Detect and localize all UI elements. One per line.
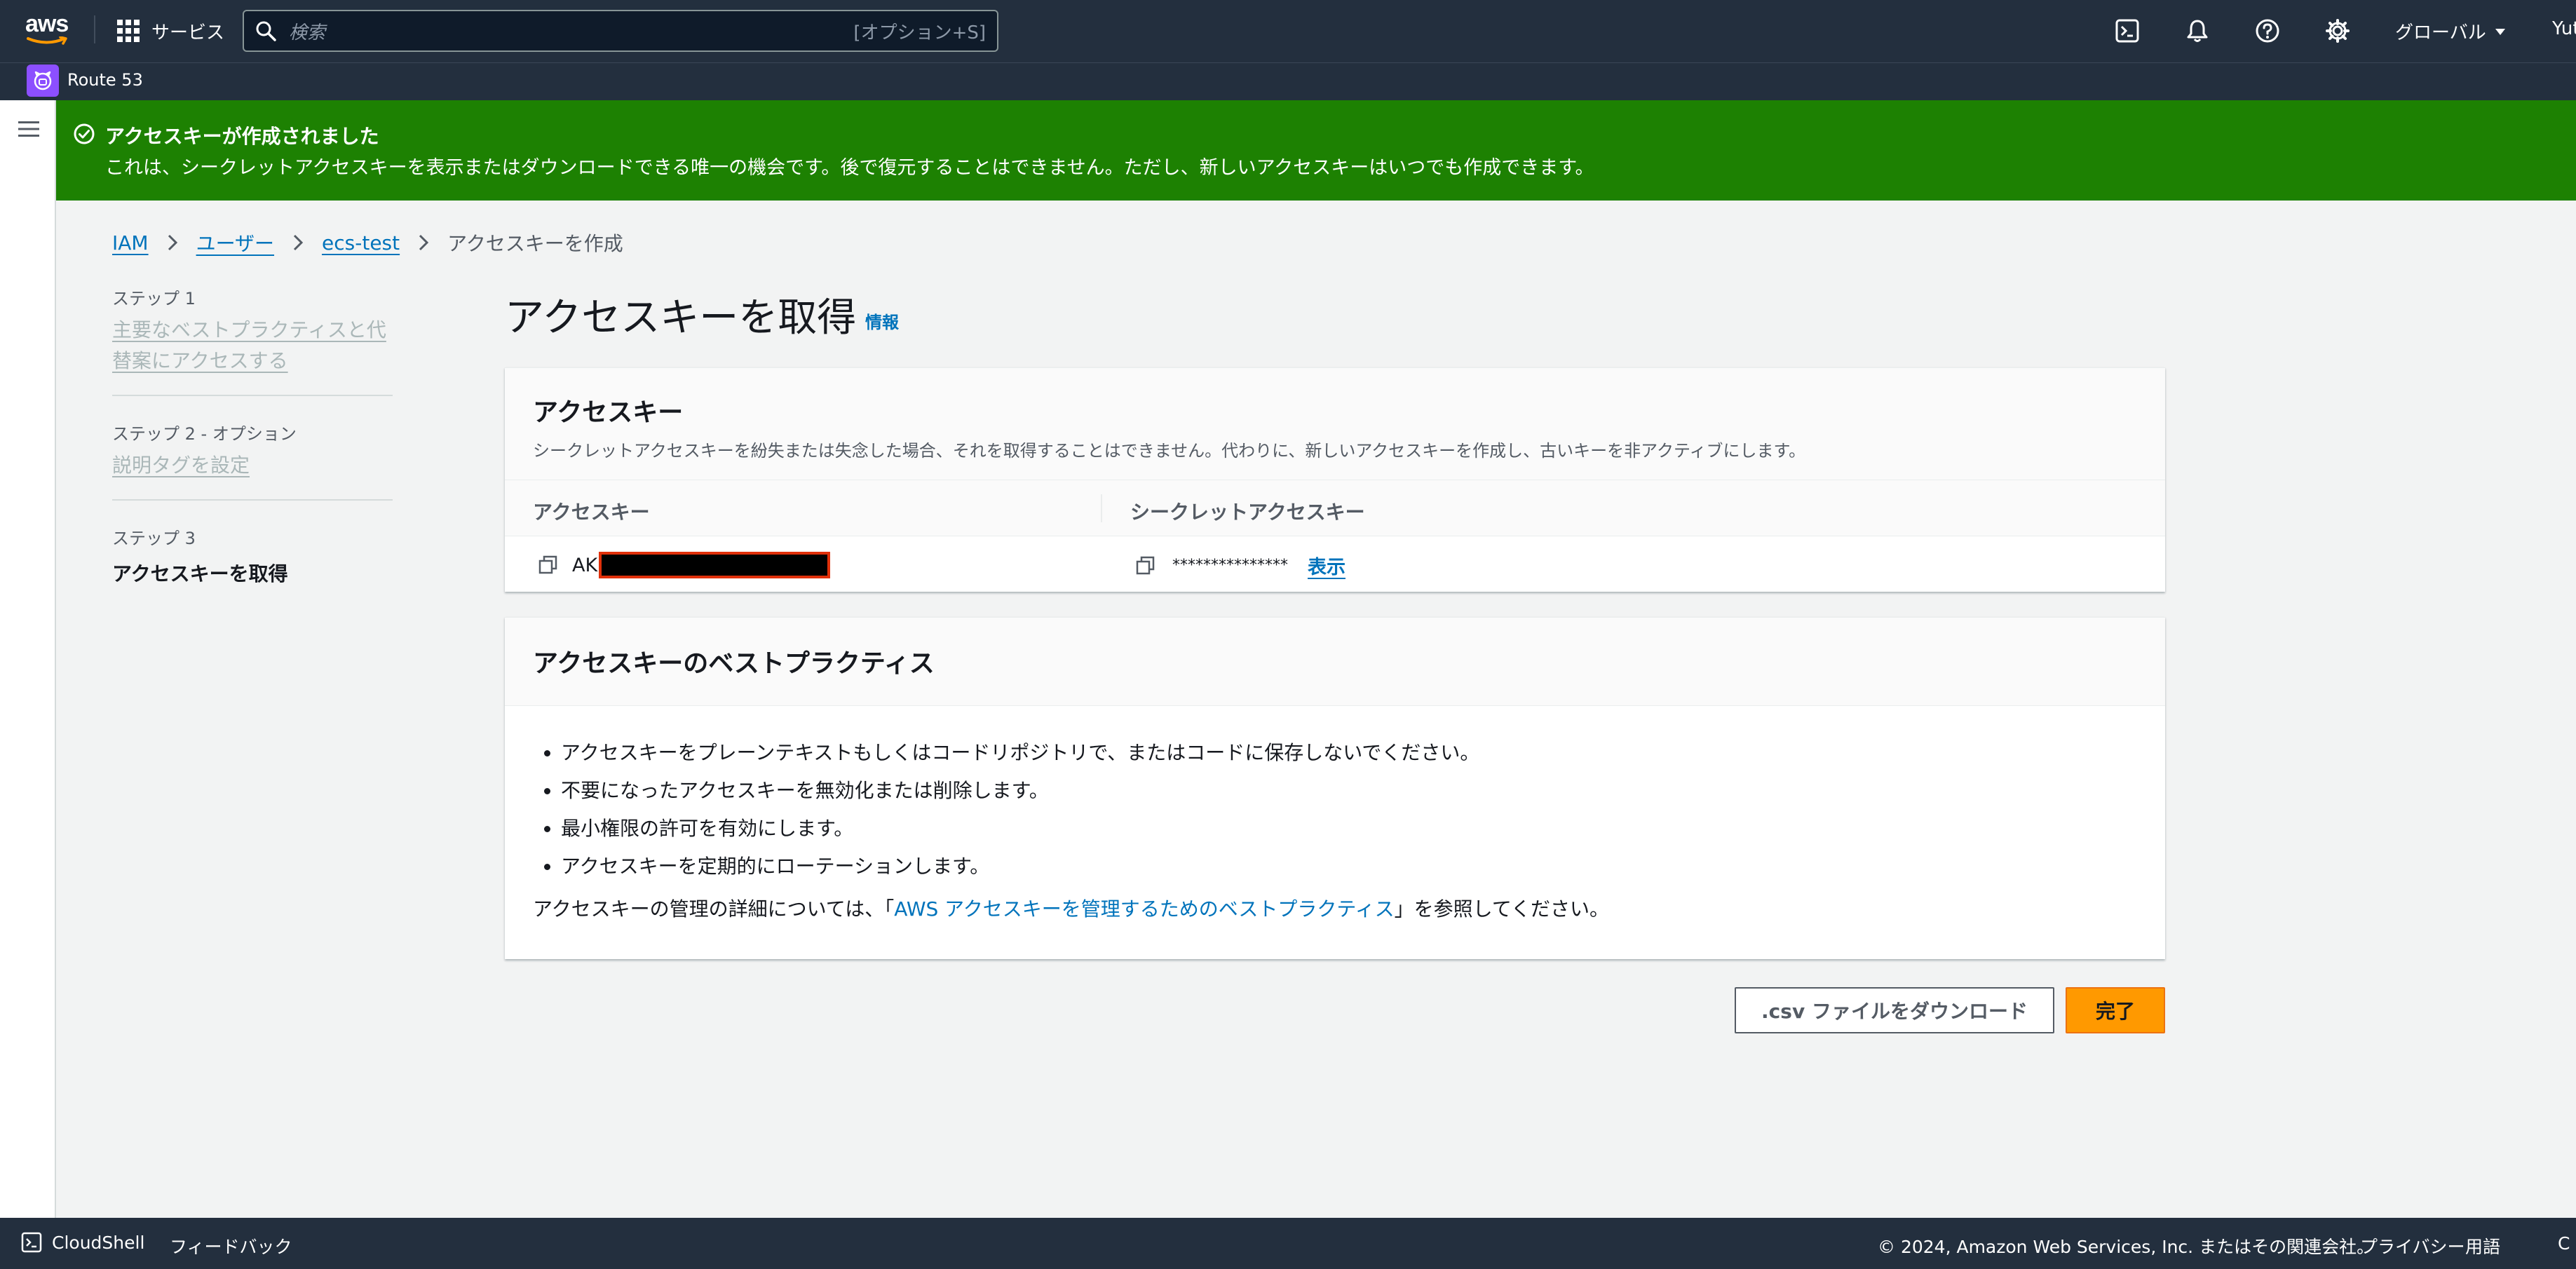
wizard-steps: ステップ 1 主要なベストプラクティスと代替案にアクセスする ステップ 2 - … [112,285,393,587]
breadcrumb-user-ecs-test[interactable]: ecs-test [322,231,400,255]
footer-suffix-text: 」を参照してください。 [1394,897,1609,921]
column-divider [1101,494,1102,522]
search-icon [256,21,276,41]
breadcrumb-chevron-icon [167,233,178,252]
step-label-link[interactable]: 主要なベストプラクティスと代替案にアクセスする [112,315,393,376]
breadcrumb: IAM ユーザー ecs-test アクセスキーを作成 [112,229,623,257]
search-placeholder: 検索 [289,22,326,43]
step-meta: ステップ 2 - オプション [112,424,297,444]
caret-down-icon [2495,28,2505,35]
flash-title: アクセスキーが作成されました [105,125,379,148]
best-practices-panel: アクセスキーのベストプラクティス アクセスキーをプレーンテキストもしくはコードリ… [505,617,2165,959]
download-csv-button[interactable]: .csv ファイルをダウンロード [1735,987,2054,1033]
success-check-icon [74,123,95,144]
column-header-access-key: アクセスキー [533,501,650,524]
copy-icon[interactable] [538,555,558,575]
wizard-step-3: ステップ 3 アクセスキーを取得 [112,524,393,587]
access-key-table-header: アクセスキー シークレットアクセスキー [505,480,2165,536]
region-label: グローバル [2395,22,2486,43]
access-key-prefix: AK [572,554,598,576]
footer-prefix-text: アクセスキーの管理の詳細については、「 [533,897,895,921]
redacted-access-key [599,552,831,578]
info-link[interactable]: 情報 [865,308,899,333]
user-label: Yut [2552,18,2576,39]
access-key-value: AK [538,552,831,578]
list-item: アクセスキーをプレーンテキストもしくはコードリポジトリで、またはコードに保存しな… [561,734,1479,772]
secret-key-masked: *************** [1172,557,1288,574]
privacy-link[interactable]: プライバシー [2360,1233,2465,1258]
gear-icon [2326,19,2350,43]
top-navigation: aws サービス 検索 [オプション+S] グローバル Yu [0,0,2576,62]
copyright-text: © 2024, Amazon Web Services, Inc. またはその関… [1878,1237,2375,1257]
feedback-link[interactable]: フィードバック [170,1233,292,1258]
services-label: サービス [151,22,225,43]
list-item: 不要になったアクセスキーを無効化または削除します。 [561,772,1479,810]
terminal-icon [2115,19,2139,43]
aws-logo-text: aws [25,11,69,37]
terms-link[interactable]: 用語 [2465,1233,2500,1258]
done-button[interactable]: 完了 [2066,987,2165,1033]
aws-logo[interactable]: aws [25,11,70,46]
notifications-button[interactable] [2182,15,2213,46]
access-key-panel-title: アクセスキー [533,398,684,427]
best-practices-footer: アクセスキーの管理の詳細については、「AWS アクセスキーを管理するためのベスト… [533,894,1609,922]
console-footer: CloudShell フィードバック © 2024, Amazon Web Se… [0,1218,2576,1269]
bell-icon [2187,20,2208,42]
grid-icon [117,20,140,42]
access-key-panel: アクセスキー シークレットアクセスキーを紛失または失念した場合、それを取得するこ… [505,367,2165,592]
best-practices-list: アクセスキーをプレーンテキストもしくはコードリポジトリで、またはコードに保存しな… [505,734,1479,885]
search-input[interactable]: 検索 [オプション+S] [243,10,998,52]
wizard-step-1: ステップ 1 主要なベストプラクティスと代替案にアクセスする [112,285,393,376]
side-rail [0,100,56,1218]
cloudshell-button[interactable]: CloudShell [21,1232,144,1253]
region-selector[interactable]: グローバル [2395,18,2506,44]
breadcrumb-iam[interactable]: IAM [112,231,149,255]
route53-badge[interactable] [27,65,59,97]
account-menu[interactable]: Yut [2552,18,2576,39]
flash-message: これは、シークレットアクセスキーを表示またはダウンロードできる唯一の機会です。後… [105,157,1594,179]
service-shortcut-bar [0,62,2576,100]
cookie-preferences-link[interactable]: C [2558,1233,2570,1254]
step-label-current: アクセスキーを取得 [112,562,288,585]
step-divider [112,395,393,396]
route53-icon [34,71,52,90]
page-title: アクセスキーを取得 [505,295,857,341]
secret-key-value: *************** 表示 [1136,552,1345,579]
step-meta: ステップ 1 [112,289,196,308]
success-flash-banner: アクセスキーが作成されました これは、シークレットアクセスキーを表示またはダウン… [56,100,2576,201]
menu-icon[interactable] [18,121,39,137]
step-label-link[interactable]: 説明タグを設定 [112,450,393,481]
best-practices-doc-link[interactable]: AWS アクセスキーを管理するためのベストプラクティス [894,897,1394,921]
copy-icon[interactable] [1136,556,1155,576]
settings-button[interactable] [2322,15,2353,46]
step-divider [112,499,393,501]
breadcrumb-current: アクセスキーを作成 [447,232,623,255]
help-circle-icon [2256,19,2279,43]
best-practices-title: アクセスキーのベストプラクティス [533,649,935,678]
route53-shortcut-link[interactable]: Route 53 [67,70,143,90]
breadcrumb-chevron-icon [418,233,429,252]
list-item: 最小権限の許可を有効にします。 [561,810,1479,848]
search-shortcut-hint: [オプション+S] [853,22,986,43]
nav-separator [94,15,95,43]
best-practices-panel-header: アクセスキーのベストプラクティス [505,618,2165,706]
wizard-step-2: ステップ 2 - オプション 説明タグを設定 [112,420,393,481]
list-item: アクセスキーを定期的にローテーションします。 [561,848,1479,885]
step-meta: ステップ 3 [112,529,196,548]
access-key-panel-description: シークレットアクセスキーを紛失または失念した場合、それを取得することはできません… [533,441,1806,461]
cloudshell-label: CloudShell [52,1232,145,1253]
aws-smile-icon [27,36,67,45]
help-button[interactable] [2252,15,2283,46]
breadcrumb-users[interactable]: ユーザー [196,229,274,257]
show-secret-link[interactable]: 表示 [1308,552,1345,579]
services-menu-button[interactable]: サービス [116,15,224,46]
breadcrumb-chevron-icon [292,233,304,252]
terminal-icon [21,1232,42,1253]
column-header-secret-key: シークレットアクセスキー [1130,501,1365,524]
cloudshell-nav-button[interactable] [2112,15,2143,46]
access-key-table-row: AK *************** 表示 [505,536,2165,592]
access-key-panel-header: アクセスキー シークレットアクセスキーを紛失または失念した場合、それを取得するこ… [505,368,2165,480]
